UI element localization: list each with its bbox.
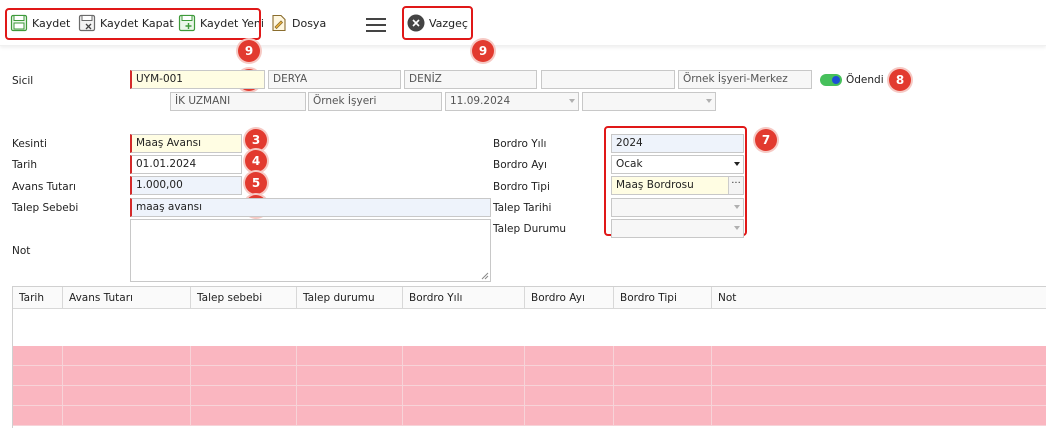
bordro-tipi-value: Maaş Bordrosu	[616, 179, 694, 191]
extra-select	[582, 92, 716, 111]
table-row[interactable]	[13, 406, 1046, 426]
annotation-badge: 3	[245, 129, 267, 151]
toolbar-highlight-box	[5, 8, 261, 40]
bordro-tipi-field[interactable]: Maaş Bordrosu ···	[611, 176, 744, 195]
table-cell	[524, 346, 525, 366]
table-cell	[402, 346, 403, 366]
column-header[interactable]: Not	[712, 287, 1046, 309]
table-cell	[190, 406, 191, 426]
talep-durumu-select	[611, 219, 744, 238]
table-cell	[296, 386, 297, 406]
table-cell	[613, 346, 614, 366]
talep-durumu-label: Talep Durumu	[493, 223, 567, 235]
table-cell	[62, 406, 63, 426]
table-row[interactable]	[13, 366, 1046, 386]
annotation-badge: 4	[245, 150, 267, 172]
date-select: 11.09.2024	[445, 92, 579, 111]
column-header[interactable]: Tarih	[13, 287, 63, 309]
table-cell	[402, 406, 403, 426]
table-cell	[402, 366, 403, 386]
chevron-down-icon	[734, 205, 740, 209]
chevron-down-icon	[706, 99, 712, 103]
bordro-ayi-select[interactable]: Ocak	[611, 155, 744, 174]
annotation-badge: 5	[245, 172, 267, 194]
annotation-badge: 8	[889, 69, 911, 91]
table-cell	[711, 366, 712, 386]
bordro-tipi-label: Bordro Tipi	[493, 181, 550, 193]
table-cell	[711, 406, 712, 426]
table-cell	[711, 346, 712, 366]
not-label: Not	[12, 245, 31, 257]
table-cell	[190, 386, 191, 406]
advance-grid: Tarih Avans Tutarı Talep sebebi Talep du…	[12, 286, 1046, 428]
table-cell	[62, 366, 63, 386]
table-cell	[296, 366, 297, 386]
talep-tarihi-label: Talep Tarihi	[493, 202, 552, 214]
paid-label: Ödendi	[846, 74, 884, 86]
column-header[interactable]: Bordro Yılı	[403, 287, 525, 309]
table-cell	[190, 346, 191, 366]
chevron-down-icon	[734, 162, 740, 166]
table-cell	[524, 406, 525, 426]
column-header[interactable]: Talep durumu	[297, 287, 403, 309]
table-cell	[613, 366, 614, 386]
grid-header: Tarih Avans Tutarı Talep sebebi Talep du…	[13, 287, 1046, 309]
annotation-badge: 9	[472, 40, 494, 62]
workplace-field: Örnek İşyeri	[308, 92, 442, 111]
empty-info-field	[541, 70, 675, 89]
last-name-field: DENİZ	[404, 70, 537, 89]
tarih-label: Tarih	[12, 159, 37, 171]
bordro-yili-label: Bordro Yılı	[493, 138, 547, 150]
tarih-field[interactable]: 01.01.2024	[130, 155, 242, 174]
column-header[interactable]: Talep sebebi	[191, 287, 297, 309]
file-label: Dosya	[292, 16, 327, 30]
workplace-main-field: Örnek İşyeri-Merkez	[678, 70, 812, 89]
table-cell	[402, 386, 403, 406]
file-icon	[272, 14, 286, 32]
talep-sebebi-label: Talep Sebebi	[12, 202, 79, 214]
column-header[interactable]: Bordro Tipi	[614, 287, 712, 309]
title-field: İK UZMANI	[170, 92, 306, 111]
table-cell	[296, 406, 297, 426]
ellipsis-icon[interactable]: ···	[728, 177, 743, 194]
not-textarea[interactable]	[130, 219, 491, 282]
hamburger-menu-icon[interactable]	[366, 18, 386, 32]
table-cell	[524, 366, 525, 386]
sicil-field[interactable]: UYM-001	[130, 70, 265, 89]
table-cell	[62, 386, 63, 406]
avans-tutari-field[interactable]: 1.000,00	[130, 176, 242, 195]
kesinti-field[interactable]: Maaş Avansı	[130, 134, 242, 153]
table-cell	[711, 386, 712, 406]
paid-toggle[interactable]	[820, 74, 842, 86]
table-row[interactable]	[13, 386, 1046, 406]
table-cell	[62, 346, 63, 366]
kesinti-label: Kesinti	[12, 138, 47, 150]
first-name-field: DERYA	[268, 70, 401, 89]
bordro-ayi-label: Bordro Ayı	[493, 159, 547, 171]
talep-sebebi-field[interactable]: maaş avansı	[130, 198, 491, 217]
annotation-badge: 9	[238, 40, 260, 62]
table-cell	[296, 346, 297, 366]
chevron-down-icon	[569, 99, 575, 103]
annotation-badge: 7	[755, 129, 777, 151]
bordro-yili-field[interactable]: 2024	[611, 134, 744, 153]
table-cell	[190, 366, 191, 386]
table-cell	[524, 386, 525, 406]
resize-grip-icon[interactable]	[480, 271, 489, 280]
avans-tutari-label: Avans Tutarı	[12, 181, 76, 193]
chevron-down-icon	[734, 226, 740, 230]
bordro-ayi-value: Ocak	[616, 158, 643, 170]
table-cell	[613, 406, 614, 426]
file-button[interactable]: Dosya	[270, 12, 326, 34]
sicil-label: Sicil	[12, 75, 34, 87]
talep-tarihi-select	[611, 198, 744, 217]
column-header[interactable]: Avans Tutarı	[63, 287, 191, 309]
table-row[interactable]	[13, 346, 1046, 366]
column-header[interactable]: Bordro Ayı	[525, 287, 614, 309]
cancel-highlight-box	[402, 6, 473, 40]
table-cell	[613, 386, 614, 406]
date-value: 11.09.2024	[450, 95, 511, 107]
